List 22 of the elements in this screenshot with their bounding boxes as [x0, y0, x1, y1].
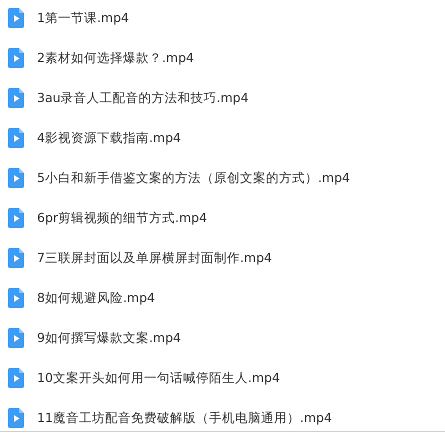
file-name[interactable]: 6pr剪辑视频的细节方式.mp4 [37, 210, 208, 226]
file-name[interactable]: 8如何规避风险.mp4 [37, 290, 155, 306]
file-name[interactable]: 9如何撰写爆款文案.mp4 [37, 330, 181, 346]
file-name[interactable]: 3au录音人工配音的方法和技巧.mp4 [37, 90, 249, 106]
video-file-icon [8, 408, 24, 428]
video-file-icon [8, 8, 24, 28]
video-file-icon [8, 288, 24, 308]
video-file-icon [8, 248, 24, 268]
file-name[interactable]: 2素材如何选择爆款？.mp4 [37, 50, 194, 66]
video-file-icon [8, 328, 24, 348]
file-name[interactable]: 1第一节课.mp4 [37, 10, 129, 26]
video-file-icon [8, 368, 24, 388]
video-file-icon [8, 48, 24, 68]
file-name[interactable]: 5小白和新手借鉴文案的方法（原创文案的方式）.mp4 [37, 170, 350, 186]
video-file-icon [8, 168, 24, 188]
file-name[interactable]: 4影视资源下载指南.mp4 [37, 130, 181, 146]
file-name[interactable]: 10文案开头如何用一句话喊停陌生人.mp4 [37, 370, 280, 386]
file-name[interactable]: 11魔音工坊配音免费破解版（手机电脑通用）.mp4 [37, 410, 332, 426]
video-file-icon [8, 208, 24, 228]
file-name[interactable]: 7三联屏封面以及单屏横屏封面制作.mp4 [37, 250, 272, 266]
video-file-icon [8, 88, 24, 108]
video-file-icon [8, 128, 24, 148]
